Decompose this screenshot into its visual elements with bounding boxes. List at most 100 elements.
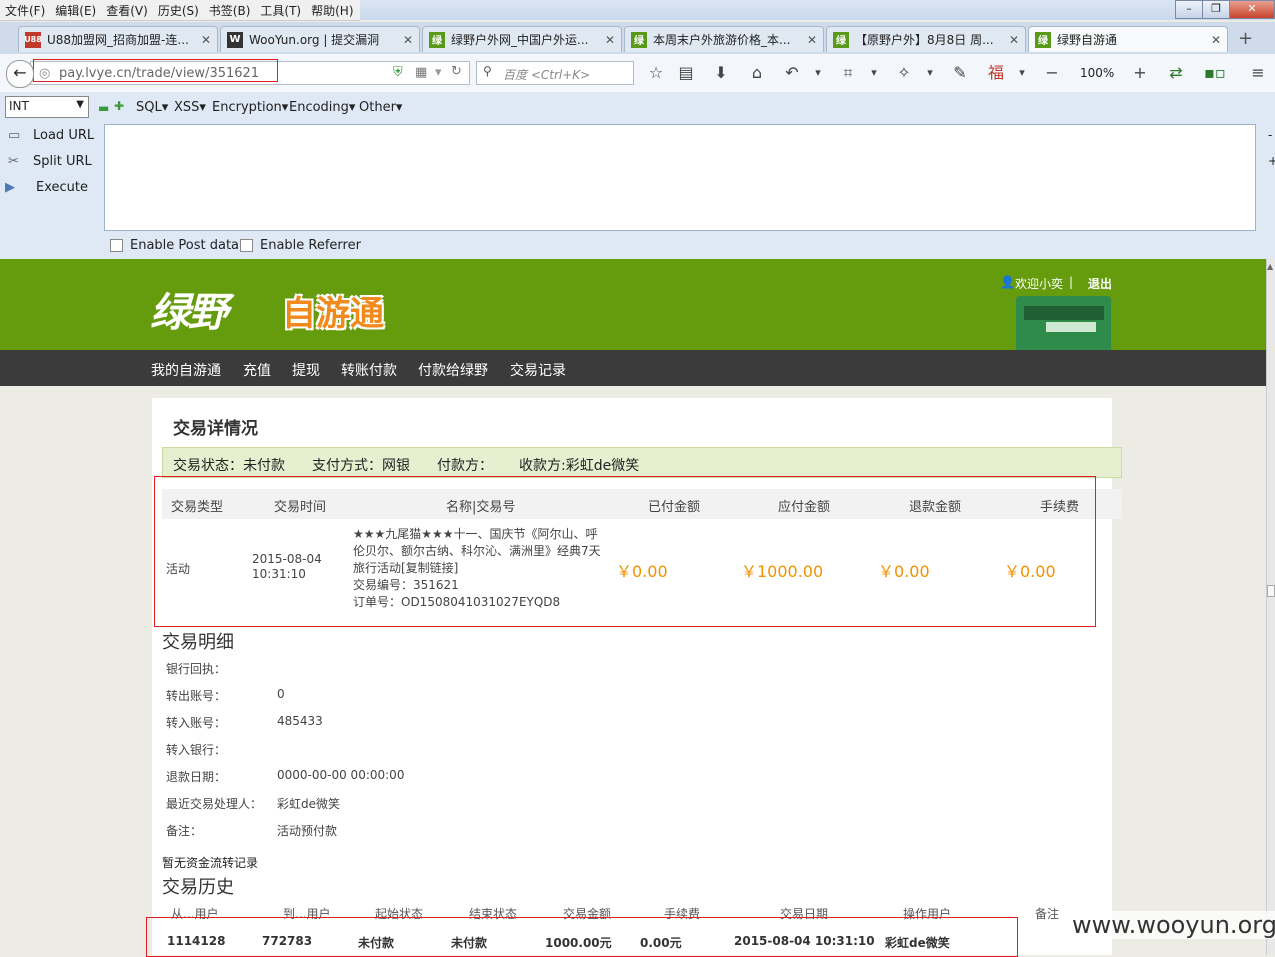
- load-url-button[interactable]: Load URL: [33, 128, 94, 143]
- trade-status: 交易状态：未付款: [173, 458, 285, 474]
- out-account-value: 0: [277, 687, 285, 701]
- execute-button[interactable]: Execute: [36, 180, 88, 195]
- search-bar[interactable]: ⚲ 百度 <Ctrl+K>: [476, 61, 634, 85]
- close-tab-icon[interactable]: ✕: [403, 33, 413, 47]
- zoom-out-icon[interactable]: −: [1042, 63, 1062, 83]
- menu-view[interactable]: 查看(V): [101, 0, 153, 21]
- close-tab-icon[interactable]: ✕: [1211, 33, 1221, 47]
- menu-history[interactable]: 历史(S): [153, 0, 204, 21]
- decrement-icon[interactable]: ▬: [98, 101, 109, 115]
- site-logo-main[interactable]: 绿野: [150, 280, 228, 338]
- translate-icon[interactable]: ⇄: [1166, 63, 1186, 83]
- scroll-up-icon[interactable]: ▲: [1267, 262, 1273, 271]
- u88-favicon-icon: U88: [24, 31, 42, 48]
- tab-lvye-weekend[interactable]: 绿 本周末户外旅游价格_本... ✕: [624, 26, 824, 52]
- encryption-menu[interactable]: Encryption▾: [212, 100, 288, 115]
- new-tab-icon[interactable]: +: [1238, 28, 1253, 49]
- menu-file[interactable]: 文件(F): [0, 0, 50, 21]
- separator: |: [1069, 275, 1074, 289]
- wand-icon[interactable]: ✧: [894, 63, 914, 83]
- handler-label: 最近交易处理人：: [166, 797, 263, 811]
- tab-lvye-outdoor[interactable]: 绿 【原野户外】8月8日 周... ✕: [826, 26, 1026, 52]
- history-title: 交易历史: [162, 877, 234, 898]
- site-nav: 我的自游通 充值 提现 转账付款 付款给绿野 交易记录: [0, 350, 1266, 386]
- close-window-button[interactable]: ✕: [1229, 0, 1275, 19]
- reading-list-icon[interactable]: ▤: [676, 63, 696, 83]
- referrer-checkbox[interactable]: Enable Referrer: [240, 238, 361, 253]
- collapse-icon[interactable]: -: [1268, 128, 1272, 142]
- remark-label: 备注：: [166, 824, 203, 838]
- post-data-checkbox[interactable]: Enable Post data: [110, 238, 239, 253]
- undo-icon[interactable]: ↶: [782, 63, 802, 83]
- close-tab-icon[interactable]: ✕: [807, 33, 817, 47]
- crop-icon[interactable]: ⌗: [838, 63, 858, 83]
- wooyun-favicon-icon: W: [227, 31, 243, 48]
- zoom-level[interactable]: 100%: [1080, 66, 1114, 80]
- dropdown-icon[interactable]: ▾: [920, 63, 940, 83]
- shield-icon: ⛨: [393, 65, 403, 80]
- close-tab-icon[interactable]: ✕: [605, 33, 615, 47]
- zoom-in-icon[interactable]: +: [1130, 63, 1150, 83]
- back-button[interactable]: ←: [6, 60, 34, 88]
- search-icon: ⚲: [483, 64, 492, 78]
- tab-lvye-pay[interactable]: 绿 绿野自游通 ✕: [1028, 26, 1228, 52]
- checkbox-box[interactable]: [110, 239, 123, 252]
- nav-my-account[interactable]: 我的自游通: [151, 360, 221, 380]
- tab-title: WooYun.org | 提交漏洞: [249, 33, 380, 47]
- welcome-text: 欢迎小奕: [1015, 277, 1064, 291]
- site-logo-sub: 自游通: [282, 294, 384, 334]
- nav-records[interactable]: 交易记录: [510, 360, 566, 380]
- window-controls: – ❐ ✕: [1175, 0, 1275, 19]
- close-tab-icon[interactable]: ✕: [1009, 33, 1019, 47]
- out-account-label: 转出账号：: [166, 689, 227, 703]
- maximize-button[interactable]: ❐: [1202, 0, 1230, 19]
- scroll-thumb[interactable]: [1267, 585, 1275, 597]
- download-icon[interactable]: ⬇: [711, 63, 731, 83]
- payer: 付款方：: [437, 458, 493, 474]
- lvye-favicon-icon: 绿: [631, 31, 647, 48]
- bookmark-star-icon[interactable]: ☆: [646, 63, 666, 83]
- logout-link[interactable]: 退出: [1088, 275, 1112, 292]
- lvye-favicon-icon: 绿: [1035, 31, 1051, 48]
- tab-wooyun[interactable]: W WooYun.org | 提交漏洞 ✕: [220, 26, 420, 52]
- checkbox-box[interactable]: [240, 239, 253, 252]
- tab-lvye-home[interactable]: 绿 绿野户外网_中国户外运... ✕: [422, 26, 622, 52]
- dropdown-icon[interactable]: ▾: [808, 63, 828, 83]
- other-menu[interactable]: Other▾: [359, 100, 402, 115]
- in-bank-label: 转入银行：: [166, 743, 227, 757]
- hcol-remark: 备注: [1035, 907, 1060, 921]
- menu-tools[interactable]: 工具(T): [255, 0, 306, 21]
- close-tab-icon[interactable]: ✕: [201, 33, 211, 47]
- nav-transfer[interactable]: 转账付款: [341, 360, 397, 380]
- status-bar: 交易状态：未付款 支付方式：网银 付款方： 收款方:彩虹de微笑: [162, 447, 1122, 478]
- reload-icon[interactable]: ↻: [451, 64, 462, 79]
- split-url-button[interactable]: Split URL: [33, 154, 92, 169]
- chevron-down-icon: ▼: [76, 99, 84, 110]
- minimize-button[interactable]: –: [1175, 0, 1203, 19]
- qrcode-icon[interactable]: ▦: [415, 65, 427, 80]
- menu-edit[interactable]: 编辑(E): [50, 0, 101, 21]
- dropdown-icon[interactable]: ▾: [435, 65, 442, 80]
- refund-date-value: 0000-00-00 00:00:00: [277, 768, 405, 782]
- nav-recharge[interactable]: 充值: [243, 360, 271, 380]
- tab-u88[interactable]: U88 U88加盟网_招商加盟-连... ✕: [18, 26, 218, 52]
- fortune-icon[interactable]: 福: [986, 63, 1006, 83]
- increment-icon[interactable]: ✚: [114, 99, 124, 113]
- encoding-menu[interactable]: Encoding▾: [289, 100, 355, 115]
- dropdown-icon[interactable]: ▾: [1012, 63, 1032, 83]
- dropdown-icon[interactable]: ▾: [864, 63, 884, 83]
- expand-icon[interactable]: +: [1268, 154, 1275, 168]
- nav-pay-lvye[interactable]: 付款给绿野: [418, 360, 488, 380]
- home-icon[interactable]: ⌂: [747, 63, 767, 83]
- notepad-icon[interactable]: ✎: [950, 63, 970, 83]
- menu-bookmarks[interactable]: 书签(B): [204, 0, 256, 21]
- extension-icon[interactable]: ▪▫: [1204, 63, 1226, 83]
- page-scrollbar[interactable]: [1266, 259, 1275, 955]
- nav-withdraw[interactable]: 提现: [292, 360, 320, 380]
- sql-menu[interactable]: SQL▾: [136, 100, 168, 115]
- menu-help[interactable]: 帮助(H): [306, 0, 358, 21]
- hackbar-url-textarea[interactable]: [104, 124, 1256, 231]
- type-select[interactable]: INT ▼: [5, 96, 89, 118]
- hamburger-menu-icon[interactable]: ≡: [1248, 63, 1268, 83]
- xss-menu[interactable]: XSS▾: [174, 100, 206, 115]
